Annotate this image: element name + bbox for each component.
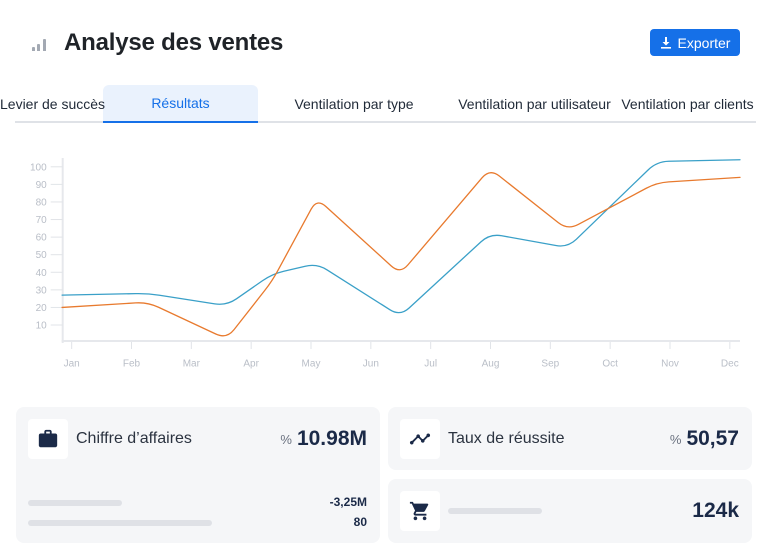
- briefcase-icon: [38, 429, 58, 448]
- kpi-card-success-rate: Taux de réussite % 50,57: [388, 407, 752, 470]
- kpi-value: 50,57: [686, 427, 739, 450]
- x-tick-label: Feb: [123, 359, 141, 370]
- y-tick-label: 40: [36, 268, 48, 279]
- kpi-unit: %: [669, 431, 682, 447]
- kpi-icon-box: [400, 419, 440, 459]
- kpi-label: Taux de réussite: [448, 430, 565, 447]
- kpi-unit: %: [280, 431, 292, 447]
- kpi-value-group: % 50,57: [670, 427, 739, 451]
- kpi-sub-value: 80: [353, 515, 367, 529]
- kpi-value-group: 124k: [692, 499, 739, 523]
- x-tick-label: Apr: [243, 359, 259, 370]
- y-tick-label: 100: [30, 162, 47, 173]
- tab-ventilation-utilisateur[interactable]: Ventilation par utilisateur: [450, 85, 619, 123]
- sales-line-chart: 10 20 30 40 50 60 70 80 90 100 Jan Feb Mar Apr May Jun J…: [30, 158, 741, 370]
- series-line-series-1: [61, 159, 741, 314]
- tab-levier-succes[interactable]: Levier de succès: [0, 85, 105, 123]
- tab-resultats[interactable]: Résultats: [103, 85, 258, 123]
- y-tick-label: 10: [36, 321, 48, 332]
- kpi-card-revenue: Chiffre d’affaires % 10.98M -3,25M 80: [16, 407, 380, 543]
- kpi-card-orders: 124k: [388, 479, 752, 543]
- x-tick-label: Sep: [541, 359, 559, 370]
- y-tick-label: 20: [36, 303, 48, 314]
- y-tick-label: 90: [36, 180, 48, 191]
- tab-ventilation-clients[interactable]: Ventilation par clients: [619, 85, 756, 123]
- x-tick-label: Dec: [721, 359, 739, 370]
- kpi-icon-box: [28, 419, 68, 459]
- kpi-label: Chiffre d’affaires: [76, 430, 192, 447]
- kpi-sub-value: -3,25M: [329, 495, 367, 509]
- x-tick-label: Aug: [482, 359, 500, 370]
- tab-bar: Résultats Ventilation par type Ventilati…: [0, 0, 769, 125]
- x-tick-label: Nov: [661, 359, 679, 370]
- x-tick-label: Jul: [424, 359, 437, 370]
- y-tick-label: 50: [36, 250, 48, 261]
- trend-line-icon: [409, 433, 431, 445]
- series-line-series-2: [61, 172, 741, 337]
- kpi-icon-box: [400, 491, 440, 531]
- kpi-value: 124k: [692, 499, 739, 522]
- kpi-value: 10.98M: [296, 427, 367, 450]
- x-tick-label: Jun: [363, 359, 379, 370]
- x-tick-label: Oct: [602, 359, 618, 370]
- x-tick-label: Mar: [183, 359, 201, 370]
- tab-ventilation-type[interactable]: Ventilation par type: [258, 85, 450, 123]
- x-tick-label: May: [302, 359, 321, 370]
- x-tick-label: Jan: [64, 359, 80, 370]
- y-tick-label: 80: [36, 197, 48, 208]
- y-tick-label: 30: [36, 285, 48, 296]
- y-tick-label: 60: [36, 233, 48, 244]
- skeleton-bar: [28, 500, 122, 506]
- shopping-cart-icon: [409, 501, 429, 521]
- skeleton-bar: [28, 520, 212, 526]
- y-tick-label: 70: [36, 215, 48, 226]
- skeleton-bar: [448, 508, 542, 514]
- kpi-value-group: % 10.98M: [280, 427, 367, 451]
